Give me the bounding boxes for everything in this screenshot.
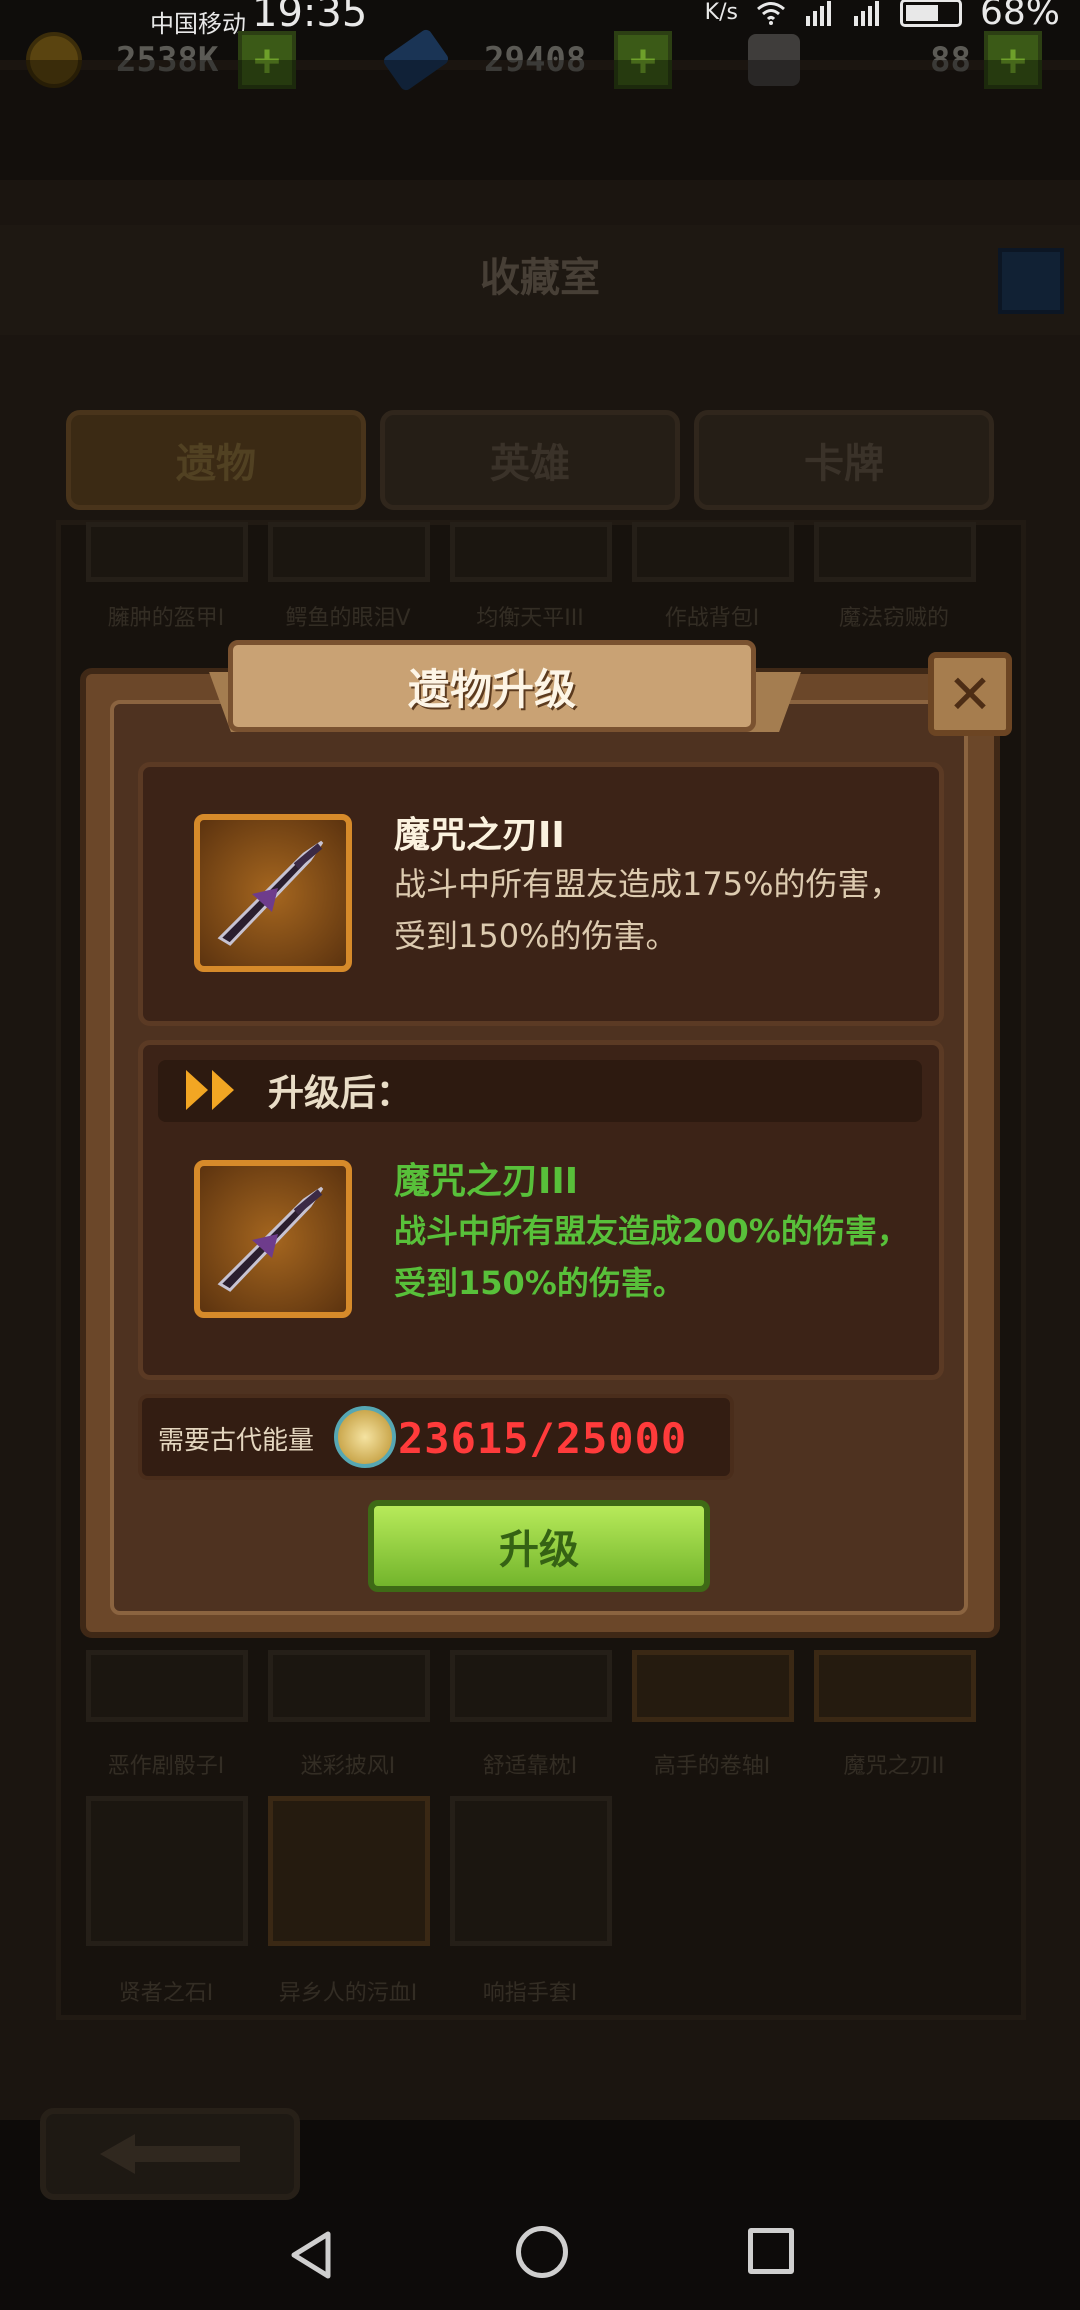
wifi-icon — [757, 1, 785, 25]
signal-icon — [805, 0, 831, 26]
signal-icon-2 — [853, 0, 879, 26]
ancient-energy-icon — [334, 1406, 396, 1468]
upgraded-relic-description: 战斗中所有盟友造成200%的伤害，受到150%的伤害。 — [394, 1212, 909, 1302]
current-relic-description: 战斗中所有盟友造成175%的伤害，受到150%的伤害。 — [394, 865, 902, 955]
relic-icon-frame — [194, 1160, 352, 1318]
battery-icon — [899, 0, 962, 27]
cursed-blade-icon — [217, 840, 324, 946]
close-button[interactable]: ✕ — [928, 652, 1012, 736]
upgrade-button[interactable]: 升级 — [368, 1500, 710, 1592]
after-upgrade-label: 升级后： — [268, 1073, 413, 1114]
nav-recents-icon[interactable] — [748, 2228, 794, 2274]
cost-label: 需要古代能量 — [158, 1426, 315, 1456]
net-speed: K/s — [704, 0, 738, 25]
nav-back-icon[interactable] — [288, 2230, 334, 2280]
nav-home-icon[interactable] — [516, 2226, 568, 2278]
cursed-blade-icon — [217, 1186, 324, 1292]
close-icon: ✕ — [947, 662, 993, 726]
modal-title: 遗物升级 — [407, 664, 576, 714]
modal-title-ribbon: 遗物升级 — [228, 640, 756, 732]
current-relic-name: 魔咒之刃II — [394, 815, 565, 856]
relic-icon-frame — [194, 814, 352, 972]
cost-value: 23615/25000 — [398, 1414, 688, 1463]
double-arrow-icon — [186, 1070, 234, 1110]
upgrade-button-label: 升级 — [499, 1527, 579, 1573]
upgraded-relic-name: 魔咒之刃III — [394, 1161, 579, 1202]
